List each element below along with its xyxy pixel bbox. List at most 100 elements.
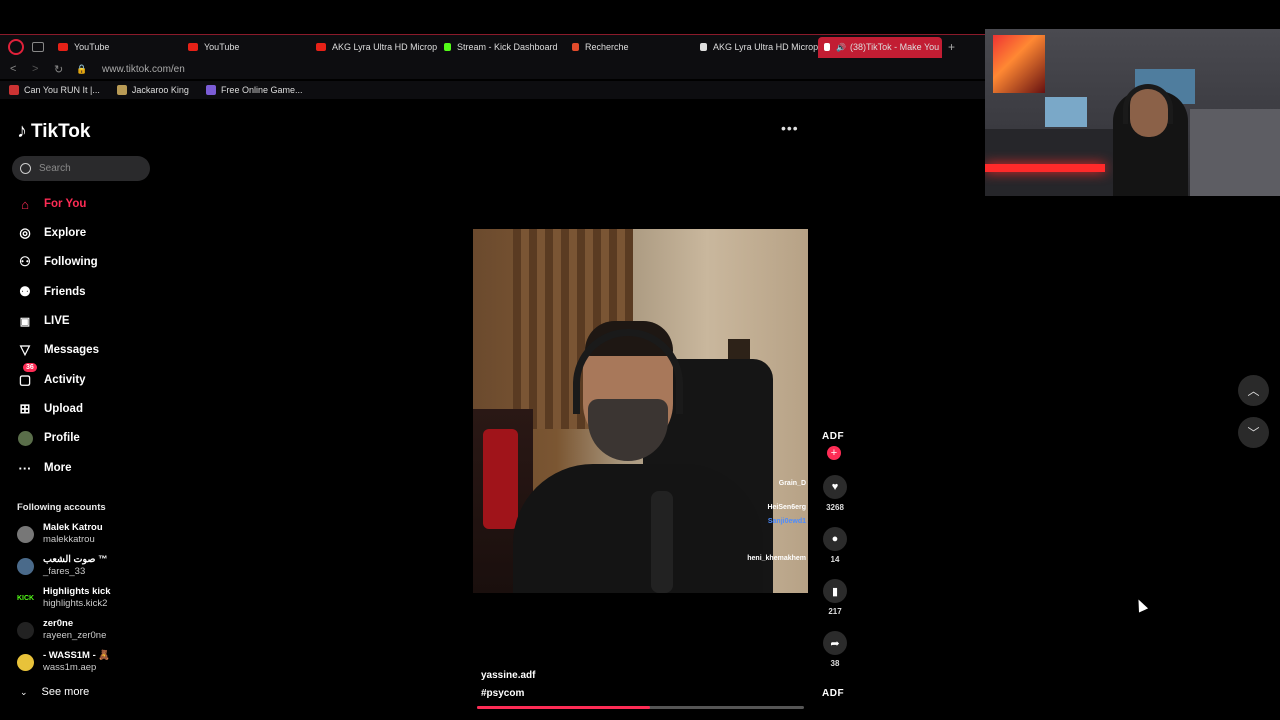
- bookmark-icon[interactable]: ▮: [823, 579, 847, 603]
- chevron-down-icon: ﹀: [1247, 426, 1260, 440]
- speaker-icon[interactable]: 🔊: [836, 43, 846, 52]
- stream-chat-name: heni_khemakhem: [747, 555, 806, 562]
- avatar: [17, 621, 34, 639]
- follow-button[interactable]: +: [827, 446, 841, 460]
- account-item[interactable]: zer0ne rayeen_zer0ne: [17, 618, 106, 642]
- avatar: [17, 653, 34, 671]
- nav-live[interactable]: ▣ LIVE: [17, 313, 70, 329]
- nav-activity[interactable]: ▢ 36 Activity: [17, 363, 86, 388]
- live-icon: ▣: [19, 315, 31, 328]
- browser-tab[interactable]: Recherche: [566, 37, 694, 58]
- youtube-icon: [188, 43, 198, 51]
- home-icon: ⌂: [21, 196, 29, 212]
- back-icon[interactable]: <: [10, 63, 22, 75]
- nav-messages[interactable]: ▽ Messages: [17, 342, 99, 358]
- plus-square-icon: ⊞: [19, 401, 31, 416]
- previous-video-button[interactable]: ︿: [1238, 375, 1269, 406]
- activity-badge: 36: [23, 363, 37, 372]
- browser-tab[interactable]: AKG Lyra Ultra HD Microp: [310, 37, 438, 58]
- more-options-icon[interactable]: •••: [781, 120, 799, 136]
- bookmark[interactable]: Can You RUN It |...: [9, 85, 100, 95]
- share-action[interactable]: ➦ 38: [820, 631, 850, 668]
- webcam-overlay: [985, 29, 1280, 196]
- search-input[interactable]: Search: [12, 156, 150, 181]
- following-accounts-title: Following accounts: [17, 502, 106, 513]
- heart-icon[interactable]: ♥: [823, 475, 847, 499]
- inbox-icon: ▢ 36: [17, 363, 37, 388]
- video-progress-bar[interactable]: [477, 706, 804, 709]
- new-tab-button[interactable]: +: [948, 40, 955, 54]
- nav-friends[interactable]: ⚉ Friends: [17, 284, 85, 300]
- nav-upload[interactable]: ⊞ Upload: [17, 401, 83, 417]
- nav-more[interactable]: ··· More: [17, 460, 72, 476]
- browser-tab[interactable]: YouTube: [52, 37, 182, 58]
- forward-icon[interactable]: >: [32, 63, 44, 75]
- users-icon: ⚉: [19, 284, 31, 299]
- nav-for-you[interactable]: ⌂ For You: [17, 196, 86, 212]
- video-player[interactable]: Grain_D HeiSen6erg Sanji0ewd1 heni_khema…: [473, 229, 808, 593]
- stream-chat-name: Sanji0ewd1: [767, 518, 806, 525]
- video-progress-fill: [477, 706, 651, 709]
- video-hashtag[interactable]: #psycom: [481, 688, 524, 699]
- browser-tab[interactable]: AKG Lyra Ultra HD Microp: [694, 37, 818, 58]
- tiktok-icon: [824, 43, 830, 51]
- stream-chat-name: HeiSen6erg: [767, 504, 806, 511]
- tab-islands-icon[interactable]: [32, 42, 44, 52]
- compass-icon: ◎: [19, 225, 31, 240]
- video-author[interactable]: yassine.adf: [481, 670, 535, 681]
- search-engine-icon: [572, 43, 579, 51]
- youtube-icon: [316, 43, 326, 51]
- kick-icon: [444, 43, 451, 51]
- stream-chat-name: Grain_D: [778, 480, 806, 487]
- nav-explore[interactable]: ◎ Explore: [17, 225, 86, 241]
- next-video-button[interactable]: ﹀: [1238, 417, 1269, 448]
- account-item[interactable]: - WASS1M - 🧸 wass1m.aep: [17, 650, 110, 674]
- share-count: 38: [830, 659, 840, 668]
- account-item[interactable]: KICK Highlights kick highlights.kick2: [17, 586, 111, 610]
- bookmark[interactable]: Jackaroo King: [116, 85, 189, 95]
- tiktok-logo[interactable]: ♪ TikTok: [17, 120, 90, 143]
- comment-count: 14: [830, 555, 840, 564]
- music-disc[interactable]: ADF: [822, 688, 844, 699]
- bookmark[interactable]: Free Online Game...: [205, 85, 302, 95]
- opera-logo-icon[interactable]: [8, 39, 24, 55]
- comment-action[interactable]: ● 14: [820, 527, 850, 564]
- reload-icon[interactable]: ↻: [54, 63, 66, 76]
- nav-profile[interactable]: Profile: [17, 430, 80, 446]
- avatar: [17, 525, 34, 543]
- creator-avatar[interactable]: ADF: [822, 431, 844, 442]
- account-item[interactable]: Malek Katrou malekkatrou: [17, 522, 103, 546]
- share-icon[interactable]: ➦: [823, 631, 847, 655]
- chevron-down-icon: ⌄: [20, 686, 28, 697]
- url-field[interactable]: www.tiktok.com/en: [102, 64, 185, 75]
- see-more-button[interactable]: ⌄ See more: [20, 686, 89, 698]
- save-action[interactable]: ▮ 217: [820, 579, 850, 616]
- browser-tab-active[interactable]: 🔊 (38)TikTok - Make You: [818, 36, 942, 58]
- comment-icon[interactable]: ●: [823, 527, 847, 551]
- bookmark-icon: [205, 85, 216, 95]
- avatar: [17, 430, 33, 446]
- youtube-icon: [58, 43, 68, 51]
- send-icon: ▽: [20, 342, 30, 357]
- bookmark-icon: [116, 85, 127, 95]
- avatar: [17, 557, 34, 575]
- chevron-up-icon: ︿: [1247, 384, 1260, 398]
- dots-icon: ···: [18, 460, 32, 476]
- like-count: 3268: [826, 503, 844, 512]
- bookmark-icon: [9, 85, 19, 95]
- mouse-cursor: [1133, 597, 1149, 613]
- address-bar-row: < > ↻ 🔒 www.tiktok.com/en: [0, 59, 985, 79]
- account-item[interactable]: صوت الشعب ™ _fares_33: [17, 554, 108, 578]
- search-icon: [20, 163, 31, 174]
- browser-tab[interactable]: YouTube: [182, 37, 310, 58]
- nav-following[interactable]: ⚇ Following: [17, 254, 97, 270]
- user-plus-icon: ⚇: [19, 254, 31, 269]
- bookmarks-bar: Can You RUN It |... Jackaroo King Free O…: [0, 81, 985, 99]
- browser-tab[interactable]: Stream - Kick Dashboard: [438, 37, 566, 58]
- save-count: 217: [828, 607, 842, 616]
- browser-tab-bar: YouTube YouTube AKG Lyra Ultra HD Microp…: [0, 34, 985, 59]
- akg-icon: [700, 43, 707, 51]
- like-action[interactable]: ♥ 3268: [820, 475, 850, 512]
- lock-icon: 🔒: [76, 63, 88, 74]
- tiktok-note-icon: ♪: [17, 120, 27, 142]
